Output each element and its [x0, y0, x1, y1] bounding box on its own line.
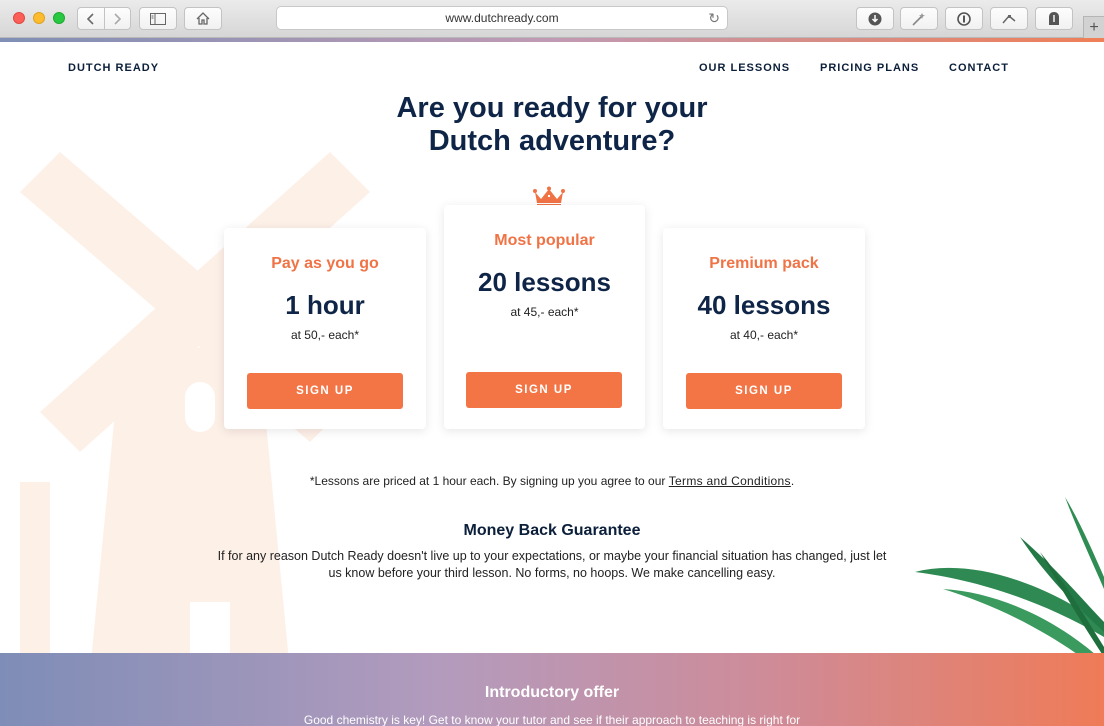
plan-quantity: 20 lessons: [478, 267, 611, 297]
add-tab-icon[interactable]: +: [1083, 16, 1104, 38]
plan-card-pay-as-you-go: Pay as you go 1 hour at 50,- each* SIGN …: [224, 228, 426, 429]
page-title-line-1: Are you ready for your: [396, 92, 708, 124]
history-nav: [77, 7, 131, 30]
page: DUTCH READY OUR LESSONS PRICING PLANS CO…: [0, 42, 1104, 726]
terms-end: .: [790, 474, 795, 488]
guarantee-title: Money Back Guarantee: [463, 522, 641, 539]
brand-logo[interactable]: DUTCH READY: [68, 62, 159, 74]
plan-price: at 40,- each*: [729, 328, 799, 342]
terms-note: *Lessons are priced at 1 hour each. By s…: [0, 474, 1104, 488]
intro-text: Good chemistry is key! Get to know your …: [303, 713, 801, 726]
sign-up-button[interactable]: SIGN UP: [686, 373, 842, 409]
guarantee-text: If for any reason Dutch Ready doesn't li…: [217, 549, 887, 580]
plan-price: at 45,- each*: [510, 305, 579, 319]
nav-contact[interactable]: CONTACT: [949, 62, 1009, 74]
plan-card-most-popular: Most popular 20 lessons at 45,- each* SI…: [444, 205, 645, 429]
plan-quantity: 40 lessons: [697, 290, 831, 320]
plan-title: Premium pack: [709, 255, 819, 272]
minimize-window-button[interactable]: [33, 12, 45, 24]
intro-offer-section: Introductory offer Good chemistry is key…: [0, 653, 1104, 726]
sidebar-icon[interactable]: [139, 7, 177, 30]
intro-title: Introductory offer: [484, 684, 620, 701]
page-title-line-2: Dutch adventure?: [428, 125, 676, 157]
plan-title: Pay as you go: [271, 255, 379, 272]
home-icon[interactable]: [184, 7, 222, 30]
nav-our-lessons[interactable]: OUR LESSONS: [699, 62, 790, 74]
plan-title: Most popular: [494, 232, 595, 249]
password-icon[interactable]: [945, 7, 983, 30]
zoom-window-button[interactable]: [53, 12, 65, 24]
magic-icon[interactable]: [900, 7, 938, 30]
plan-price: at 50,- each*: [290, 328, 360, 342]
privacy-icon[interactable]: [1035, 7, 1073, 30]
address-bar[interactable]: www.dutchready.com ↻: [276, 6, 728, 30]
terms-text: *Lessons are priced at 1 hour each. By s…: [309, 474, 669, 488]
back-icon[interactable]: [78, 8, 105, 29]
plan-quantity: 1 hour: [285, 290, 365, 320]
plan-card-premium-pack: Premium pack 40 lessons at 40,- each* SI…: [663, 228, 865, 429]
download-icon[interactable]: [856, 7, 894, 30]
terms-link[interactable]: Terms and Conditions: [669, 474, 791, 488]
forward-icon[interactable]: [105, 8, 131, 29]
nav-pricing-plans[interactable]: PRICING PLANS: [820, 62, 919, 74]
close-window-button[interactable]: [13, 12, 25, 24]
extension-icon[interactable]: [990, 7, 1028, 30]
page-title: Are you ready for your Dutch adventure?: [0, 92, 1104, 158]
url-text: www.dutchready.com: [445, 11, 559, 25]
reload-icon[interactable]: ↻: [708, 10, 720, 27]
browser-toolbar: www.dutchready.com ↻ +: [0, 0, 1104, 38]
sign-up-button[interactable]: SIGN UP: [466, 372, 622, 408]
sign-up-button[interactable]: SIGN UP: [247, 373, 403, 409]
